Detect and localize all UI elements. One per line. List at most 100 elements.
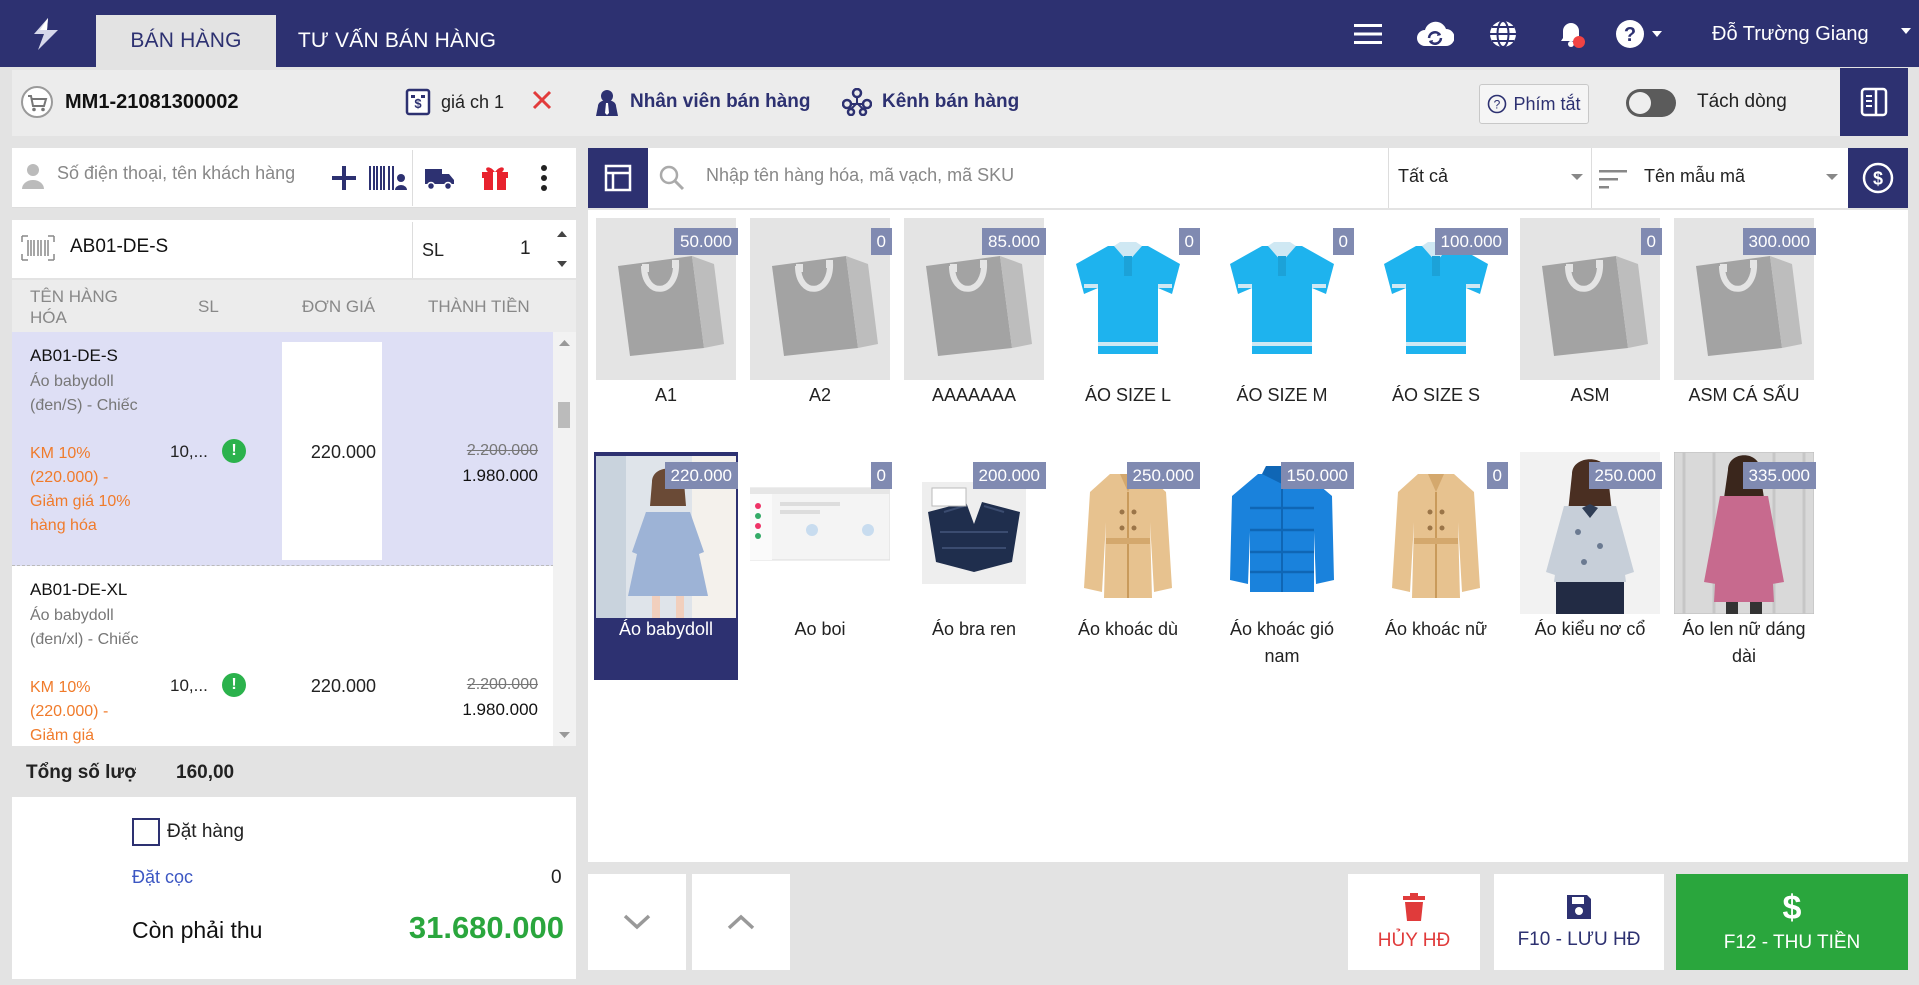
- shortcut-button[interactable]: ? Phím tắt: [1479, 84, 1589, 124]
- col-unit-price: ĐƠN GIÁ: [302, 297, 376, 316]
- price-book-selector[interactable]: $ giá ch 1: [405, 88, 504, 116]
- product-image: [1058, 218, 1198, 380]
- help-circle-icon: ?: [1487, 94, 1507, 114]
- tab-sales-consulting[interactable]: TƯ VẤN BÁN HÀNG: [282, 15, 512, 67]
- split-line-toggle[interactable]: [1626, 89, 1676, 117]
- chevron-down-icon[interactable]: [1570, 172, 1584, 182]
- bell-icon[interactable]: [1552, 15, 1590, 53]
- product-card[interactable]: 0 A2: [748, 218, 892, 446]
- sales-channel-selector[interactable]: Kênh bán hàng: [842, 88, 1019, 116]
- product-name: Áo khoác dù: [1077, 619, 1179, 639]
- toggle-knob: [1629, 92, 1651, 114]
- currency-button[interactable]: $: [1848, 148, 1908, 208]
- product-card[interactable]: 0 ÁO SIZE L: [1056, 218, 1200, 446]
- product-price-badge: 0: [870, 462, 892, 489]
- info-alert-icon[interactable]: !: [222, 673, 246, 697]
- product-name: Áo len nữ dáng dài: [1682, 619, 1806, 666]
- deposit-link[interactable]: Đặt cọc: [132, 867, 193, 888]
- category-filter-select[interactable]: Tất cả: [1398, 166, 1448, 187]
- cart-item-qty[interactable]: 10,...: [170, 676, 208, 696]
- product-card[interactable]: 0 Áo khoác nữ: [1364, 452, 1508, 680]
- product-price-badge: 200.000: [972, 462, 1046, 489]
- cancel-invoice-button[interactable]: HỦY HĐ: [1348, 874, 1480, 970]
- product-card[interactable]: 0 Ao boi: [748, 452, 892, 680]
- scroll-down-button[interactable]: [588, 874, 686, 970]
- product-price-badge: 0: [1332, 228, 1354, 255]
- sort-icon: [1598, 168, 1628, 190]
- svg-text:$: $: [414, 96, 422, 111]
- cart-item-original-total: 2.200.000: [466, 676, 538, 693]
- svg-text:?: ?: [1624, 24, 1636, 46]
- more-options-icon[interactable]: [540, 164, 548, 192]
- product-image: [750, 452, 890, 614]
- product-card[interactable]: 300.000 ASM CÁ SẤU: [1672, 218, 1816, 446]
- cloud-sync-icon[interactable]: [1416, 15, 1454, 53]
- product-price-badge: 250.000: [1588, 462, 1662, 489]
- cart-item-price[interactable]: 220.000: [282, 442, 382, 463]
- globe-icon[interactable]: [1484, 15, 1522, 53]
- trash-icon: [1401, 892, 1427, 922]
- sort-select[interactable]: Tên mẫu mã: [1644, 166, 1745, 187]
- product-card[interactable]: 50.000 A1: [594, 218, 738, 446]
- scrollbar-thumb[interactable]: [558, 402, 570, 428]
- chevron-down-icon[interactable]: [1900, 26, 1912, 36]
- col-line-total: THÀNH TIỀN: [428, 297, 530, 316]
- barcode-scan-icon[interactable]: [368, 164, 408, 192]
- gift-icon[interactable]: [480, 163, 510, 191]
- side-panel-button[interactable]: [1840, 68, 1908, 136]
- staff-icon: [594, 88, 620, 116]
- customer-search-input[interactable]: [57, 163, 319, 184]
- product-card[interactable]: 100.000 ÁO SIZE S: [1364, 218, 1508, 446]
- user-name[interactable]: Đỗ Trường Giang: [1712, 20, 1869, 48]
- divider: [412, 150, 413, 206]
- order-checkbox[interactable]: [132, 818, 160, 846]
- app-logo-icon[interactable]: [26, 14, 66, 54]
- delivery-truck-icon[interactable]: [424, 165, 456, 191]
- product-card[interactable]: 0 ASM: [1518, 218, 1662, 446]
- tab-sales[interactable]: BÁN HÀNG: [96, 15, 276, 67]
- info-alert-icon[interactable]: !: [222, 439, 246, 463]
- chevron-up-icon: [726, 913, 756, 931]
- chevron-down-icon[interactable]: [1825, 172, 1839, 182]
- add-customer-icon[interactable]: [330, 164, 358, 192]
- cart-item-qty[interactable]: 10,...: [170, 442, 208, 462]
- cart-item-price[interactable]: 220.000: [282, 676, 382, 697]
- product-card[interactable]: 150.000 Áo khoác gió nam: [1210, 452, 1354, 680]
- collect-payment-button[interactable]: $ F12 - THU TIỀN: [1676, 874, 1908, 970]
- cart-row[interactable]: AB01-DE-S Áo babydoll (đen/S) - Chiếc KM…: [12, 332, 564, 566]
- user-icon: [20, 162, 46, 190]
- cart-scrollbar[interactable]: [553, 332, 576, 746]
- product-card[interactable]: 85.000 AAAAAAA: [902, 218, 1046, 446]
- product-card[interactable]: 250.000 Áo khoác dù: [1056, 452, 1200, 680]
- product-card[interactable]: 335.000 Áo len nữ dáng dài: [1672, 452, 1816, 680]
- quantity-stepper[interactable]: [556, 228, 568, 270]
- product-price-badge: 0: [1486, 462, 1508, 489]
- product-card[interactable]: 250.000 Áo kiểu nơ cổ: [1518, 452, 1662, 680]
- product-search-input[interactable]: [706, 165, 1366, 186]
- product-card[interactable]: 200.000 Áo bra ren: [902, 452, 1046, 680]
- product-price-badge: 335.000: [1742, 462, 1816, 489]
- product-card[interactable]: 220.000 Áo babydoll: [594, 452, 738, 680]
- price-book-label: giá ch 1: [441, 91, 505, 112]
- product-code-input[interactable]: [70, 236, 400, 258]
- product-card[interactable]: 0 ÁO SIZE M: [1210, 218, 1354, 446]
- divider: [1388, 148, 1389, 208]
- product-price-badge: 220.000: [664, 462, 738, 489]
- sales-staff-selector[interactable]: Nhân viên bán hàng: [594, 88, 811, 116]
- save-invoice-button[interactable]: F10 - LƯU HĐ: [1494, 874, 1664, 970]
- payment-summary-panel: [12, 797, 576, 985]
- quantity-input[interactable]: 1: [520, 238, 531, 260]
- product-price-badge: 150.000: [1280, 462, 1354, 489]
- cart-row[interactable]: AB01-DE-XL Áo babydoll (đen/xl) - Chiếc …: [12, 566, 564, 746]
- floppy-disk-icon: [1565, 893, 1593, 921]
- price-book-icon: $: [405, 88, 431, 116]
- shortcut-label: Phím tắt: [1513, 93, 1581, 114]
- layout-toggle-button[interactable]: [588, 148, 648, 208]
- menu-icon[interactable]: [1349, 15, 1387, 53]
- scroll-up-button[interactable]: [692, 874, 790, 970]
- help-icon[interactable]: ?: [1612, 15, 1668, 53]
- product-name: Áo babydoll: [618, 619, 714, 639]
- total-quantity-label: Tổng số lượng: [26, 762, 136, 783]
- close-icon[interactable]: [530, 88, 554, 112]
- product-name: ASM CÁ SẤU: [1688, 385, 1800, 405]
